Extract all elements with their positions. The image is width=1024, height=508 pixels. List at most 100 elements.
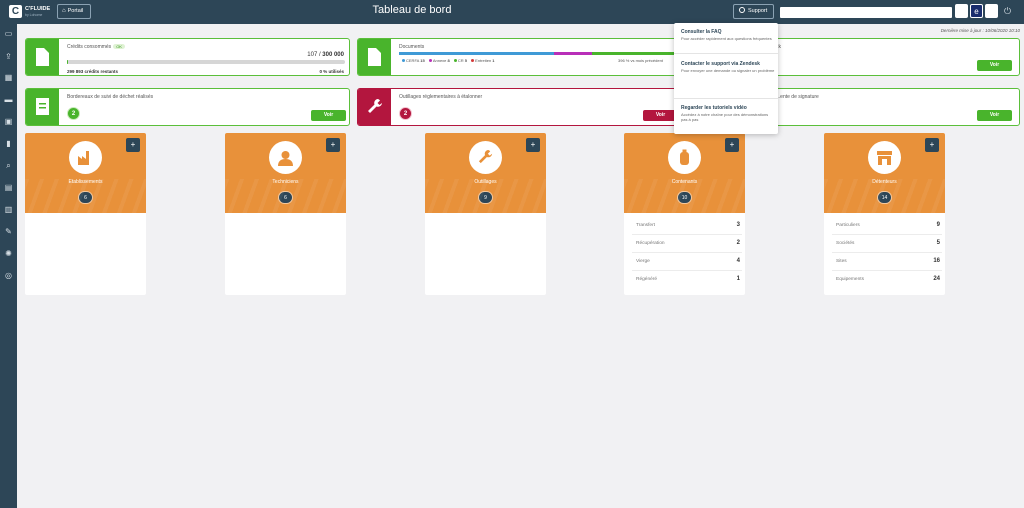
row-value: 24: [933, 276, 940, 282]
sidebar-card-icon[interactable]: ▬: [3, 94, 14, 105]
bordereau-card-iconbox: [26, 89, 59, 125]
bordereau-label: Bordereaux de suivi de déchet réalisés: [67, 94, 154, 100]
tile-head: + Détenteurs 14: [824, 133, 945, 213]
tutorials-menu-item[interactable]: Regarder les tutoriels vidéo Accédez à n…: [681, 105, 775, 122]
support-label: Support: [748, 8, 768, 14]
sidebar-badge-icon[interactable]: ◎: [3, 270, 14, 281]
support-icon: [739, 7, 745, 13]
tile-head: + Outillages 9: [425, 133, 546, 213]
list-item[interactable]: Transfert 3: [632, 217, 742, 235]
tile-etablissements[interactable]: + Etablissements 6: [25, 133, 146, 295]
menu-item-desc: Accédez à notre chaîne pour des démonstr…: [681, 112, 769, 122]
document-icon: [368, 48, 381, 66]
documents-bar: [399, 52, 681, 55]
power-icon[interactable]: ⏻: [1004, 6, 1011, 17]
sidebar-wrench-icon[interactable]: ✎: [3, 226, 14, 237]
outillages-count: 2: [399, 107, 412, 120]
sidebar-document-icon[interactable]: ▤: [3, 182, 14, 193]
account-avatar[interactable]: e: [970, 4, 983, 18]
sidebar-box-icon[interactable]: ▣: [3, 116, 14, 127]
tile-name: Etablissements: [68, 179, 103, 185]
add-detenteur-button[interactable]: +: [925, 138, 939, 152]
sidebar: ▭ ⇪ ▦ ▬ ▣ ▮ ⌕ ▤ ▥ ✎ ✺ ◎: [0, 24, 17, 508]
signature-voir-button[interactable]: Voir: [977, 110, 1012, 121]
sidebar-inbox-icon[interactable]: ⇪: [3, 51, 14, 62]
tile-contenants[interactable]: + Contenants 10 Transfert 3 Récupération 2…: [624, 133, 745, 295]
bordereau-count: 2: [67, 107, 80, 120]
menu-item-title: Consulter la FAQ: [681, 29, 722, 35]
last-update-text: Dernière mise à jour : 10/06/2020 10:10: [940, 28, 1020, 33]
menu-item-title: Regarder les tutoriels vidéo: [681, 105, 747, 111]
tile-name: Techniciens: [272, 179, 299, 185]
row-value: 16: [933, 258, 940, 264]
credits-used: 107: [307, 52, 318, 58]
list-item[interactable]: Régénéré 1: [632, 271, 742, 289]
tile-icon-circle: [69, 141, 102, 174]
row-label: Particuliers: [836, 223, 860, 228]
user-menu-button[interactable]: [985, 4, 998, 18]
outillages-voir-button[interactable]: Voir: [643, 110, 678, 121]
outillages-label: Outillages réglementaires à étalonner: [399, 94, 483, 100]
search-input[interactable]: [780, 7, 952, 18]
wrench-icon: [478, 149, 493, 164]
credits-status-badge: OK: [113, 44, 125, 49]
row-value: 1: [736, 276, 740, 282]
bordereau-voir-button[interactable]: Voir: [311, 110, 346, 121]
row-value: 4: [736, 258, 740, 264]
list-item[interactable]: Particuliers 9: [832, 217, 942, 235]
tile-detenteurs[interactable]: + Détenteurs 14 Particuliers 9 Sociétés 5 …: [824, 133, 945, 295]
list-item[interactable]: Sites 16: [832, 253, 942, 271]
legend-cr-label: CR: [457, 58, 464, 63]
tile-head: + Techniciens 6: [225, 133, 346, 213]
sidebar-bottle-icon[interactable]: ▮: [3, 138, 14, 149]
add-outillage-button[interactable]: +: [526, 138, 540, 152]
list-item[interactable]: Sociétés 5: [832, 235, 942, 253]
list-item[interactable]: Equipements 24: [832, 271, 942, 289]
faq-menu-item[interactable]: Consulter la FAQ Pour accéder rapidement…: [681, 29, 775, 41]
support-button[interactable]: Support: [733, 4, 774, 19]
annexe-dot: [428, 59, 432, 62]
credits-progress-bar: [67, 60, 345, 64]
tile-icon-circle: [668, 141, 701, 174]
notification-button[interactable]: [955, 4, 968, 18]
menu-item-title: Contacter le support via Zendesk: [681, 61, 760, 67]
tile-outillages[interactable]: + Outillages 9: [425, 133, 546, 295]
documents-bar-cr: [592, 52, 681, 55]
divider: [674, 53, 778, 54]
list-item[interactable]: Récupération 2: [632, 235, 742, 253]
row-value: 3: [736, 222, 740, 228]
tile-count: 14: [877, 191, 892, 204]
sidebar-search-icon[interactable]: ⌕: [3, 160, 14, 171]
row-value: 9: [936, 222, 940, 228]
sidebar-factory-icon[interactable]: ▥: [3, 204, 14, 215]
bordereau-card: Bordereaux de suivi de déchet réalisés 2…: [25, 88, 350, 126]
cerfa-dot: [402, 59, 405, 62]
documents-extra: 396 % vs mois précédent: [618, 58, 663, 63]
tile-techniciens[interactable]: + Techniciens 6: [225, 133, 346, 295]
technician-icon: [278, 151, 293, 166]
wrench-icon: [368, 99, 382, 113]
credits-total: 300 000: [322, 52, 344, 58]
credits-label: Crédits consommés OK: [67, 44, 125, 50]
sidebar-settings-icon[interactable]: ✺: [3, 248, 14, 259]
documents-bar-cerfa: [399, 52, 554, 55]
credits-separator: /: [318, 52, 321, 58]
factory-icon: [78, 151, 89, 165]
documents-label: Documents: [399, 44, 425, 50]
list-item[interactable]: Vierge 4: [632, 253, 742, 271]
add-technicien-button[interactable]: +: [326, 138, 340, 152]
credits-card: Crédits consommés OK 107 / 300 000 299 89…: [25, 38, 350, 76]
credits-value: 107 / 300 000: [307, 52, 344, 58]
tile-count: 6: [278, 191, 293, 204]
tile-head: + Etablissements 6: [25, 133, 146, 213]
sidebar-store-icon[interactable]: ▦: [3, 72, 14, 83]
tile-name: Contenants: [671, 179, 698, 185]
tile-name: Détenteurs: [872, 179, 897, 185]
credits-label-text: Crédits consommés: [67, 44, 112, 50]
add-etablissement-button[interactable]: +: [126, 138, 140, 152]
tile-count: 6: [78, 191, 93, 204]
zendesk-menu-item[interactable]: Contacter le support via Zendesk Pour en…: [681, 61, 775, 73]
stock-voir-button[interactable]: Voir: [977, 60, 1012, 71]
sidebar-dashboard-icon[interactable]: ▭: [3, 28, 14, 39]
add-contenant-button[interactable]: +: [725, 138, 739, 152]
